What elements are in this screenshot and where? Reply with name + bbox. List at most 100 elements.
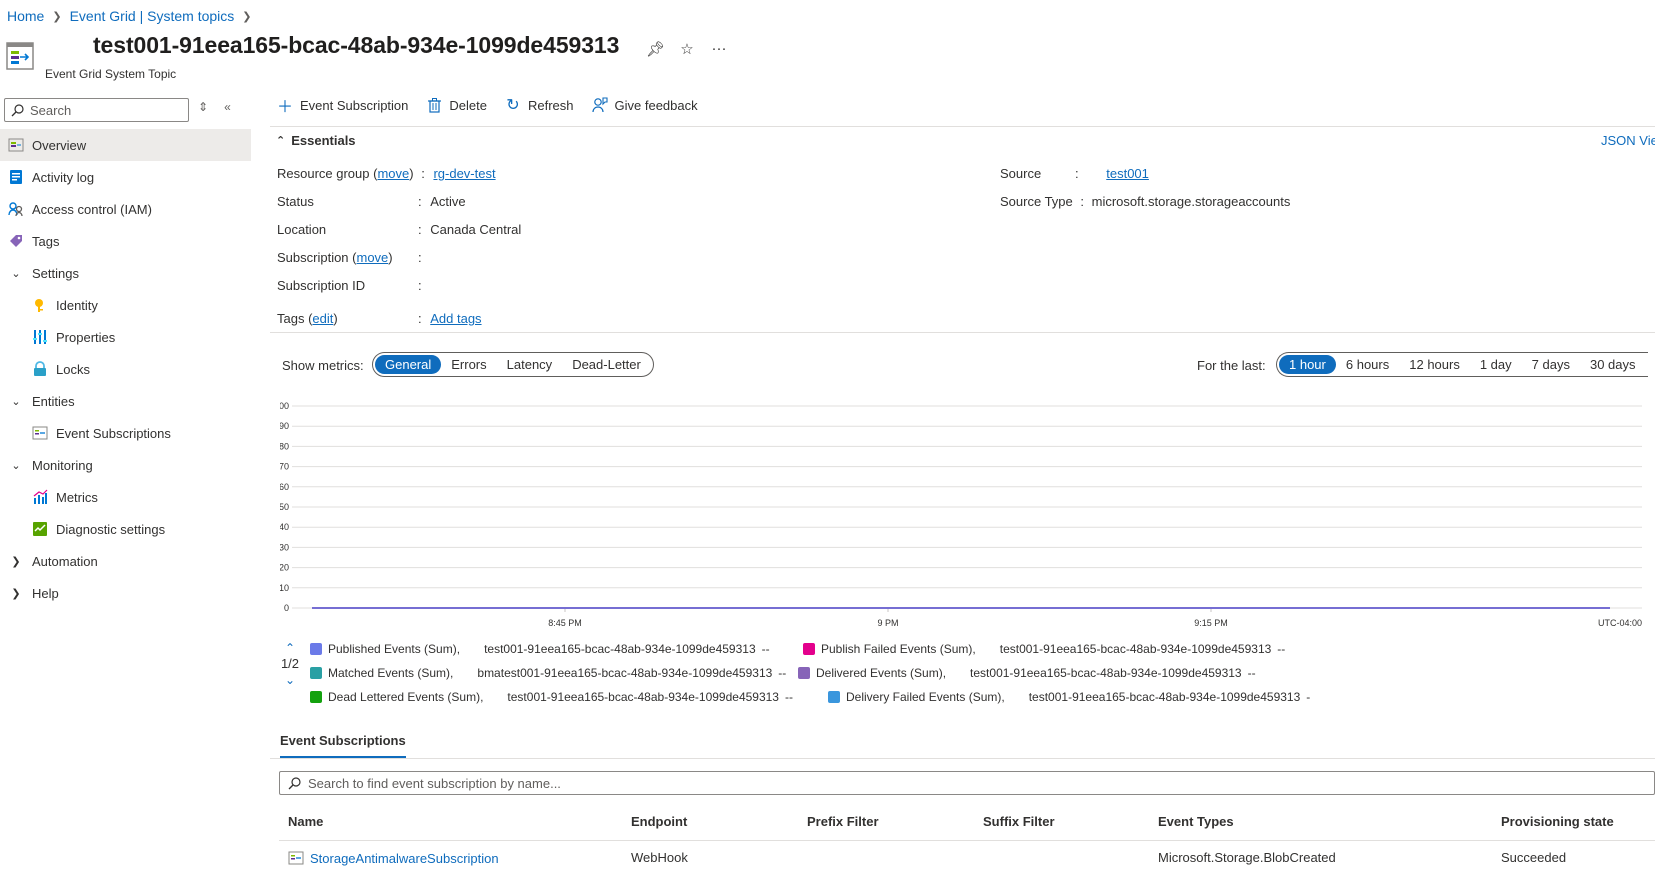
move-subscription-link[interactable]: move [357, 250, 389, 265]
sort-icon[interactable]: ⇕ [198, 100, 208, 114]
chevron-down-icon[interactable]: ⌄ [279, 672, 301, 688]
range-7-days[interactable]: 7 days [1522, 355, 1580, 374]
legend-resource: bmatest001-91eea165-bcac-48ab-934e-1099d… [477, 666, 773, 680]
column-header-prefix-filter[interactable]: Prefix Filter [807, 814, 879, 829]
star-icon[interactable]: ☆ [678, 40, 696, 58]
activity-log-icon [8, 169, 24, 185]
sidebar-item-overview[interactable]: Overview [0, 129, 251, 161]
delete-button[interactable]: Delete [426, 97, 487, 113]
legend-item[interactable]: Published Events (Sum), test001-91eea165-… [310, 642, 770, 656]
x-tick-label: 8:45 PM [548, 618, 582, 628]
legend-item[interactable]: Matched Events (Sum), bmatest001-91eea165… [310, 666, 786, 680]
subscription-name-link[interactable]: StorageAntimalwareSubscription [310, 851, 499, 866]
legend-resource: test001-91eea165-bcac-48ab-934e-1099de45… [507, 690, 779, 704]
sidebar-item-tags[interactable]: Tags [0, 225, 251, 257]
sidebar-item-iam[interactable]: Access control (IAM) [0, 193, 251, 225]
add-event-subscription-button[interactable]: ＋ Event Subscription [277, 97, 408, 117]
lock-icon [32, 361, 48, 377]
essentials-location: Location [277, 222, 327, 237]
chevron-right-icon: ❯ [11, 555, 21, 568]
source-link[interactable]: test001 [1106, 166, 1149, 181]
metrics-chart: 10090807060504030201008:45 PM9 PM9:15 PM… [280, 401, 1642, 628]
show-metrics-label: Show metrics: [282, 358, 364, 373]
sidebar-group-settings[interactable]: ⌄ Settings [0, 257, 251, 289]
legend-value: -- [1247, 666, 1256, 680]
event-grid-topic-icon [6, 42, 34, 70]
column-header-provisioning-state[interactable]: Provisioning state [1501, 814, 1614, 829]
legend-series-name: Published Events (Sum), [328, 642, 461, 656]
y-tick-label: 100 [280, 401, 289, 411]
chevron-right-icon: ❯ [52, 10, 62, 23]
sidebar-item-metrics[interactable]: Metrics [0, 481, 251, 513]
sidebar-search-input[interactable]: Search [4, 98, 189, 122]
y-tick-label: 80 [280, 441, 289, 451]
metrics-tab-general[interactable]: General [375, 355, 442, 374]
legend-series-name: Delivery Failed Events (Sum), [846, 690, 1005, 704]
column-header-event-types[interactable]: Event Types [1158, 814, 1234, 829]
column-header-endpoint[interactable]: Endpoint [631, 814, 687, 829]
sidebar-item-properties[interactable]: Properties [0, 321, 251, 353]
y-tick-label: 20 [280, 563, 289, 573]
source-type-value: microsoft.storage.storageaccounts [1091, 194, 1291, 209]
range-6-hours[interactable]: 6 hours [1336, 355, 1399, 374]
legend-swatch [310, 667, 322, 679]
give-feedback-button[interactable]: Give feedback [591, 97, 698, 113]
legend-item[interactable]: Dead Lettered Events (Sum), test001-91eea… [310, 690, 793, 704]
range-12-hours[interactable]: 12 hours [1399, 355, 1470, 374]
column-header-suffix-filter[interactable]: Suffix Filter [983, 814, 1055, 829]
metrics-tab-dead-letter[interactable]: Dead-Letter [562, 355, 651, 374]
y-tick-label: 10 [280, 583, 289, 593]
collapse-icon[interactable]: « [224, 100, 231, 114]
json-view-link[interactable]: JSON View [1601, 133, 1655, 148]
column-header-name[interactable]: Name [288, 814, 323, 829]
legend-value: -- [1277, 642, 1286, 656]
event-subscription-search-input[interactable]: Search to find event subscription by nam… [279, 771, 1655, 795]
x-tick-label: 9 PM [877, 618, 898, 628]
legend-swatch [803, 643, 815, 655]
sidebar-group-help[interactable]: ❯ Help [0, 577, 251, 609]
legend-item[interactable]: Publish Failed Events (Sum), test001-91ee… [803, 642, 1285, 656]
legend-item[interactable]: Delivery Failed Events (Sum), test001-91e… [828, 690, 1310, 704]
legend-value: -- [784, 690, 793, 704]
chevron-up-icon: ⌃ [276, 135, 286, 147]
breadcrumb-system-topics[interactable]: Event Grid | System topics [70, 8, 235, 24]
trash-icon [426, 97, 442, 113]
sidebar-tools: ⇕ « [198, 100, 231, 114]
tab-event-subscriptions[interactable]: Event Subscriptions [280, 733, 406, 758]
edit-tags-link[interactable]: edit [312, 311, 333, 326]
chevron-up-icon[interactable]: ⌃ [279, 640, 301, 656]
metrics-tab-errors[interactable]: Errors [441, 355, 496, 374]
sidebar-item-event-subscriptions[interactable]: Event Subscriptions [0, 417, 251, 449]
legend-page-indicator: 1/2 [280, 656, 300, 671]
sidebar-group-monitoring[interactable]: ⌄ Monitoring [0, 449, 251, 481]
pin-icon[interactable]: 📌︎ [646, 40, 665, 58]
header-actions: 📌︎ ☆ ··· [646, 40, 728, 58]
divider [270, 758, 1655, 759]
legend-resource: test001-91eea165-bcac-48ab-934e-1099de45… [1028, 690, 1301, 704]
range-1-day[interactable]: 1 day [1470, 355, 1522, 374]
more-icon[interactable]: ··· [710, 40, 728, 58]
sidebar-item-activity-log[interactable]: Activity log [0, 161, 251, 193]
legend-value: -- [761, 642, 770, 656]
range-30-days[interactable]: 30 days [1580, 355, 1646, 374]
sidebar-item-identity[interactable]: Identity [0, 289, 251, 321]
sidebar-item-diagnostic-settings[interactable]: Diagnostic settings [0, 513, 251, 545]
essentials-toggle[interactable]: ⌃ Essentials [276, 133, 356, 148]
refresh-button[interactable]: ↻ Refresh [505, 97, 573, 114]
sidebar-item-locks[interactable]: Locks [0, 353, 251, 385]
legend-item[interactable]: Delivered Events (Sum), test001-91eea165-… [798, 666, 1256, 680]
move-resource-group-link[interactable]: move [377, 166, 409, 181]
tag-icon [8, 233, 24, 249]
event-types-cell: Microsoft.Storage.BlobCreated [1158, 850, 1336, 865]
legend-pager: ⌃ 1/2 ⌄ [279, 640, 301, 688]
sidebar-group-automation[interactable]: ❯ Automation [0, 545, 251, 577]
metrics-tab-latency[interactable]: Latency [497, 355, 563, 374]
provisioning-state-cell: Succeeded [1501, 850, 1567, 865]
essentials-subscription-id: Subscription ID [277, 278, 366, 293]
breadcrumb-home[interactable]: Home [7, 8, 44, 24]
add-tags-link[interactable]: Add tags [430, 311, 481, 326]
resource-group-link[interactable]: rg-dev-test [433, 166, 495, 181]
essentials-tags: Tags (edit) [277, 311, 338, 326]
range-1-hour[interactable]: 1 hour [1279, 355, 1336, 374]
sidebar-group-entities[interactable]: ⌄ Entities [0, 385, 251, 417]
